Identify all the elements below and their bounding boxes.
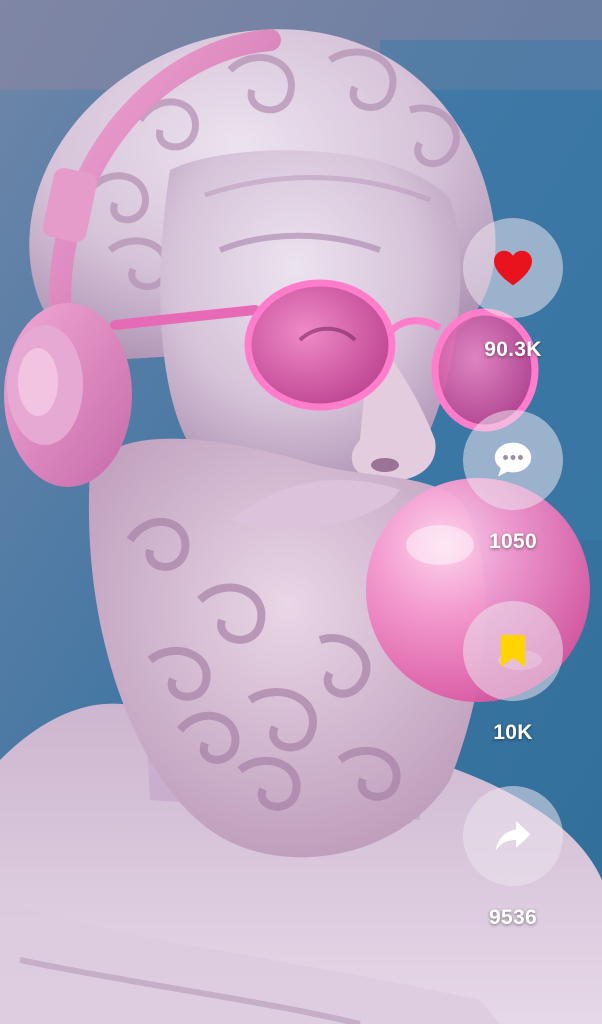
save-button[interactable] [463,601,563,701]
comment-count: 1050 [489,530,537,553]
heart-icon [494,250,532,286]
comment-bubble-icon [494,442,532,477]
like-button[interactable] [463,218,563,318]
share-count: 9536 [489,906,537,929]
bookmark-icon [501,635,525,667]
save-count: 10K [493,721,533,744]
like-count: 90.3K [484,338,542,361]
save-action: 10K [462,601,564,744]
video-feed-screen: 90.3K 1050 10K 9536 [0,0,602,1024]
comment-button[interactable] [463,410,563,510]
like-action: 90.3K [462,218,564,361]
share-button[interactable] [463,786,563,886]
share-action: 9536 [462,786,564,929]
share-arrow-icon [495,820,531,852]
comment-action: 1050 [462,410,564,553]
